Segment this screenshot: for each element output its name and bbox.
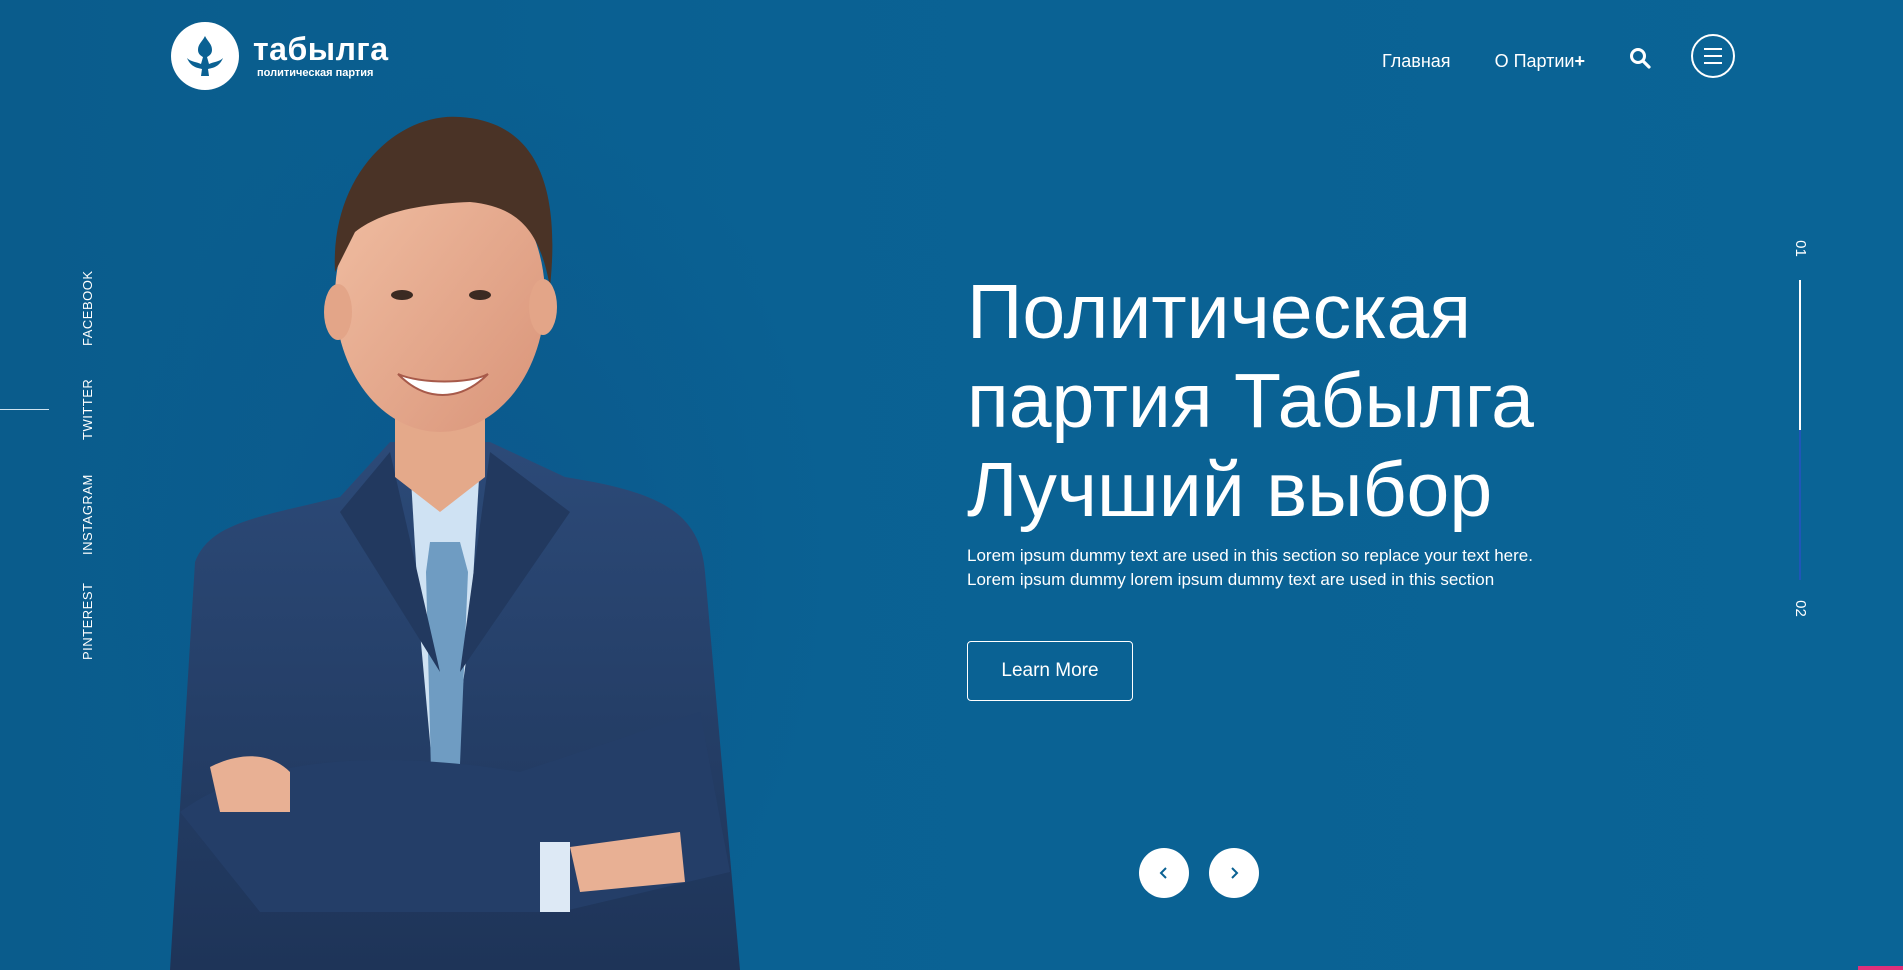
chevron-left-icon[interactable] — [1139, 848, 1189, 898]
social-pinterest-link[interactable]: PINTEREST — [80, 583, 95, 660]
logo-emblem-icon — [171, 22, 239, 90]
logo-subtitle: политическая партия — [257, 67, 374, 79]
main-nav: Главная О Партии+ — [1382, 34, 1735, 78]
site-logo[interactable]: табылга политическая партия — [171, 22, 389, 90]
plus-icon: + — [1574, 50, 1585, 71]
hero-desc-line-2: Lorem ipsum dummy lorem ipsum dummy text… — [967, 570, 1495, 589]
social-divider — [0, 409, 49, 410]
learn-more-button[interactable]: Learn More — [967, 641, 1133, 701]
nav-item-about-label: О Партии — [1494, 50, 1575, 71]
hero-title-line-1: Политическая — [967, 269, 1472, 355]
slide-number-current[interactable]: 01 — [1792, 240, 1809, 257]
hero-description: Lorem ipsum dummy text are used in this … — [967, 544, 1587, 592]
search-icon[interactable] — [1629, 47, 1655, 73]
hero-title-line-2: партия Табылга — [967, 358, 1535, 444]
social-facebook-link[interactable]: FACEBOOK — [80, 270, 95, 346]
hero-title: Политическая партия Табылга Лучший выбор — [967, 268, 1667, 535]
chevron-right-icon[interactable] — [1209, 848, 1259, 898]
hero-desc-line-1: Lorem ipsum dummy text are used in this … — [967, 546, 1533, 565]
nav-item-home[interactable]: Главная — [1382, 51, 1451, 72]
slide-progress-inactive — [1799, 430, 1801, 580]
hero-person-image — [170, 116, 740, 970]
hero-title-line-3: Лучший выбор — [967, 447, 1493, 533]
nav-item-about[interactable]: О Партии+ — [1495, 51, 1585, 72]
hamburger-menu-icon[interactable] — [1691, 34, 1735, 78]
corner-accent — [1858, 966, 1903, 970]
social-instagram-link[interactable]: INSTAGRAM — [80, 474, 95, 555]
social-twitter-link[interactable]: TWITTER — [80, 379, 95, 440]
slide-progress-active — [1799, 280, 1801, 430]
slide-number-next[interactable]: 02 — [1792, 600, 1809, 617]
logo-name: табылга — [253, 31, 389, 67]
